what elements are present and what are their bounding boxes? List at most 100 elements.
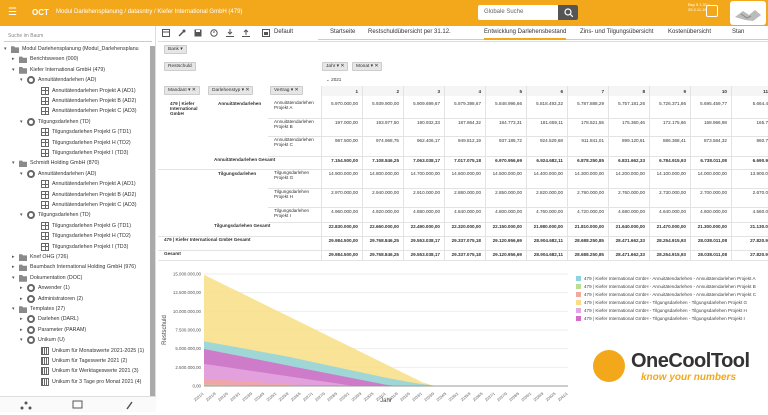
expand-toggle-icon[interactable]: ▸ xyxy=(12,254,19,260)
tree-item[interactable]: ▸ Berichtswesen (000) xyxy=(12,54,78,64)
global-search[interactable]: Globale Suche xyxy=(478,5,578,20)
tab-kosten[interactable]: Kostenübersicht xyxy=(668,29,711,35)
table-view-icon[interactable] xyxy=(72,400,83,409)
expand-toggle-icon[interactable]: ▾ xyxy=(12,306,19,312)
legend-item[interactable]: 479 | Kiefer International GmbH - Tilgun… xyxy=(576,314,768,322)
tree-item[interactable]: Unikum für Tageswerte 2021 (2) xyxy=(34,356,127,366)
expand-toggle-icon[interactable]: ▸ xyxy=(20,316,27,322)
wrench-icon[interactable] xyxy=(126,401,133,410)
tab-stan[interactable]: Stan xyxy=(732,29,744,35)
tree-item[interactable]: ▾ Kiefer International GmbH (479) xyxy=(12,65,105,75)
expand-toggle-icon[interactable]: ▾ xyxy=(20,119,27,125)
tree-item[interactable]: Annuitätendarlehen Projekt B (AD2) xyxy=(34,190,136,200)
expand-toggle-icon[interactable]: ▸ xyxy=(12,264,19,270)
tree-item[interactable]: ▾ Schmidt Holding GmbH (870) xyxy=(12,158,99,168)
avatar[interactable] xyxy=(730,1,766,25)
x-tick-label: 2023/1 xyxy=(230,392,241,403)
expand-toggle-icon[interactable]: ▾ xyxy=(20,337,27,343)
tab-zins-tilgung[interactable]: Zins- und Tilgungsübersicht xyxy=(580,29,653,35)
filter-chip-bank[interactable]: Bank ▾ xyxy=(164,45,187,54)
tree-item[interactable]: Tilgungsdarlehen Projekt H (TD2) xyxy=(34,138,131,148)
value-cell: 28.038.011,08 xyxy=(697,252,727,257)
tree-item-label: Tilgungsdarlehen (TD) xyxy=(38,212,91,219)
tree-item[interactable]: Tilgungsdarlehen Projekt H (TD2) xyxy=(34,231,131,241)
row-chip-darlehenstyp[interactable]: Darlehenstyp ▾ ✕ xyxy=(208,86,254,95)
sidebar-scrollbar[interactable] xyxy=(150,46,155,406)
tree-item[interactable]: Tilgungsdarlehen Projekt I (TD3) xyxy=(34,242,128,252)
tree-item[interactable]: Unikum für Monatswerte 2021-2025 (1) xyxy=(34,346,144,356)
tree-item[interactable]: Annuitätendarlehen Projekt A (AD1) xyxy=(34,179,136,189)
expand-toggle-icon[interactable]: ▾ xyxy=(20,171,27,177)
search-button[interactable] xyxy=(558,5,578,20)
expand-toggle-icon[interactable]: ▾ xyxy=(20,77,27,83)
tree-item[interactable]: ▾ Unikum (U) xyxy=(20,335,65,345)
tree-item[interactable]: ▸ Baumbach International Holding GmbH (97… xyxy=(12,262,136,272)
tree-item[interactable]: ▸ Darlehen (DARL) xyxy=(20,314,79,324)
legend-item[interactable]: 479 | Kiefer International GmbH - Annuit… xyxy=(576,274,768,282)
tree-item[interactable]: Annuitätendarlehen Projekt B (AD2) xyxy=(34,96,136,106)
tab-startseite[interactable]: Startseite xyxy=(330,29,355,35)
global-search-input[interactable]: Globale Suche xyxy=(484,9,523,15)
tree-item[interactable]: ▸ Anwender (1) xyxy=(20,283,70,293)
tab-restschuld[interactable]: Restschuldübersicht per 31.12. xyxy=(368,29,451,35)
col-chip-jahr[interactable]: Jahr ▾ ✕ xyxy=(322,62,349,71)
tree-item[interactable]: ▾ Tilgungsdarlehen (TD) xyxy=(20,117,91,127)
expand-toggle-icon[interactable]: ▸ xyxy=(20,327,27,333)
tree-item[interactable]: Unikum für 3 Tage pro Monat 2021 (4) xyxy=(34,377,141,387)
tree-item[interactable]: ▾ Templates (27) xyxy=(12,304,65,314)
expand-toggle-icon[interactable]: ▾ xyxy=(12,67,19,73)
expand-toggle-icon[interactable]: ▸ xyxy=(20,296,27,302)
tree-item[interactable]: Annuitätendarlehen Projekt C (AD3) xyxy=(34,200,137,210)
legend-item[interactable]: 479 | Kiefer International GmbH - Tilgun… xyxy=(576,306,768,314)
tree-item[interactable]: ▸ Parameter (PARAM) xyxy=(20,325,86,335)
value-cell: 4.680.000,00 xyxy=(618,209,645,214)
tree-search-input[interactable]: Suche im Baum xyxy=(4,30,152,42)
y-tick-label: 12.500.000,00 xyxy=(173,290,202,295)
menu-icon[interactable]: ☰ xyxy=(8,7,17,18)
value-cell: 22.490.000,00 xyxy=(410,224,440,229)
col-chip-monat[interactable]: Monat ▾ ✕ xyxy=(352,62,383,71)
tree-item[interactable]: ▾ Modul Darlehensplanung (Modul_Darlehens… xyxy=(4,44,139,54)
expand-toggle-icon[interactable]: ▸ xyxy=(12,56,19,62)
upload-icon[interactable] xyxy=(242,29,250,37)
tree-item[interactable]: ▾ Annuitätendarlehen (AD) xyxy=(20,75,96,85)
tree-view-icon[interactable] xyxy=(20,401,32,410)
onecooltool-logo: OneCoolTool know your numbers xyxy=(593,348,763,388)
row-chip-vertrag[interactable]: Vertrag ▾ ✕ xyxy=(270,86,303,95)
tree-item[interactable]: ▾ Annuitätendarlehen (AD) xyxy=(20,169,96,179)
download-icon[interactable] xyxy=(226,29,234,37)
user-icon[interactable] xyxy=(706,5,718,17)
save-icon[interactable] xyxy=(194,29,202,37)
expand-toggle-icon[interactable]: ▸ xyxy=(20,285,27,291)
layout-icon[interactable] xyxy=(162,29,170,37)
tree-item[interactable]: ▾ Tilgungsdarlehen (TD) xyxy=(20,210,91,220)
row-chip-mandant[interactable]: Mandant ▾ ✕ xyxy=(164,86,200,95)
wrench-icon[interactable] xyxy=(178,29,186,37)
dashboard-icon[interactable] xyxy=(262,29,270,37)
tree-item-label: Dokumentation (DOC) xyxy=(30,274,83,281)
tree-item[interactable]: Tilgungsdarlehen Projekt I (TD3) xyxy=(34,148,128,158)
tree-item[interactable]: Tilgungsdarlehen Projekt G (TD1) xyxy=(34,221,131,231)
tree-item[interactable]: ▸ Administratoren (2) xyxy=(20,294,83,304)
legend-swatch xyxy=(576,299,581,305)
expand-toggle-icon[interactable]: ▾ xyxy=(12,160,19,166)
tab-entwicklung[interactable]: Entwicklung Darlehensbestand xyxy=(484,29,567,40)
view-default-label[interactable]: Default xyxy=(274,29,293,35)
history-icon[interactable] xyxy=(210,29,218,37)
expand-toggle-icon[interactable]: ▾ xyxy=(20,212,27,218)
values-chip[interactable]: Restschuld xyxy=(164,62,196,71)
year-header[interactable]: ⌄ 2021 xyxy=(326,77,341,83)
legend-item[interactable]: 479 | Kiefer International GmbH - Annuit… xyxy=(576,282,768,290)
tree-item[interactable]: Unikum für Werktageswerte 2021 (3) xyxy=(34,366,138,376)
expand-toggle-icon[interactable]: ▾ xyxy=(4,46,11,52)
legend-item[interactable]: 479 | Kiefer International GmbH - Annuit… xyxy=(576,290,768,298)
tree-item[interactable]: Annuitätendarlehen Projekt C (AD3) xyxy=(34,106,137,116)
tree-item[interactable]: Annuitätendarlehen Projekt A (AD1) xyxy=(34,86,136,96)
value-cell: 4.720.000,00 xyxy=(577,209,604,214)
tree-item-label: Administratoren (2) xyxy=(38,295,84,302)
legend-item[interactable]: 479 | Kiefer International GmbH - Tilgun… xyxy=(576,298,768,306)
expand-toggle-icon[interactable]: ▾ xyxy=(12,275,19,281)
tree-item[interactable]: Tilgungsdarlehen Projekt G (TD1) xyxy=(34,127,131,137)
tree-item[interactable]: ▸ Knef OHG (726) xyxy=(12,252,68,262)
tree-item[interactable]: ▾ Dokumentation (DOC) xyxy=(12,273,82,283)
